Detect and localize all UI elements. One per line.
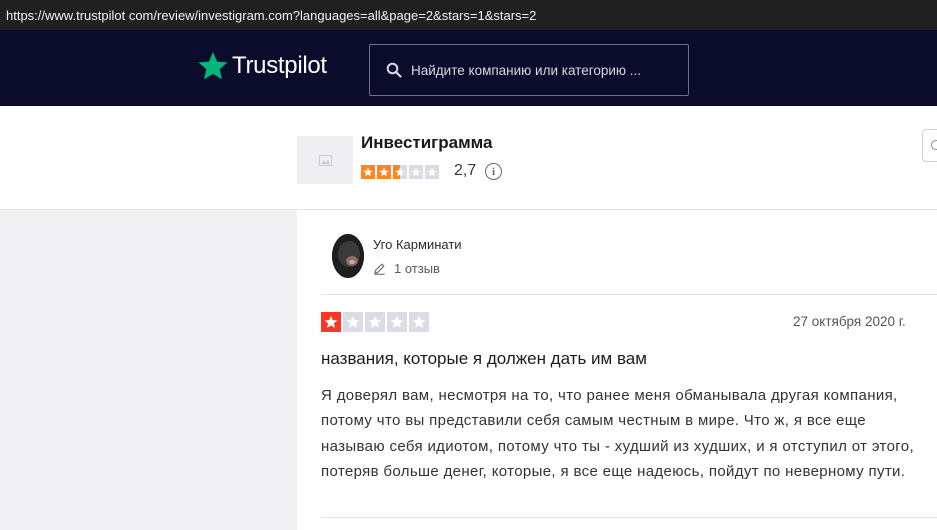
search-input[interactable]: Найдите компанию или категорию ...	[369, 44, 689, 96]
pencil-icon	[374, 263, 385, 275]
star-empty-icon	[387, 312, 407, 332]
review-title[interactable]: названия, которые я должен дать им вам	[321, 349, 647, 369]
info-icon[interactable]: i	[485, 163, 502, 180]
search-icon	[386, 62, 402, 78]
url-text: https://www.trustpilot com/review/invest…	[6, 8, 537, 23]
star-icon	[377, 165, 391, 179]
trust-score: 2,7	[454, 162, 477, 179]
star-half-icon	[393, 165, 407, 179]
avatar[interactable]	[332, 234, 364, 278]
star-empty-icon	[365, 312, 385, 332]
company-star-rating	[361, 165, 439, 179]
star-empty-icon	[425, 165, 439, 179]
star-icon	[321, 312, 341, 332]
review-star-rating	[321, 312, 429, 332]
review-card: Уго Карминати 1 отзыв 27 октября 2020 г.…	[297, 210, 937, 530]
divider	[321, 517, 937, 518]
globe-icon	[931, 140, 937, 150]
visit-website-button[interactable]	[922, 129, 937, 162]
search-placeholder: Найдите компанию или категорию ...	[411, 62, 642, 78]
star-icon	[361, 165, 375, 179]
reviewer-review-count: 1 отзыв	[373, 261, 440, 276]
site-header: Trustpilot Найдите компанию или категори…	[0, 30, 937, 106]
divider	[321, 294, 937, 295]
address-bar[interactable]: https://www.trustpilot com/review/invest…	[0, 0, 937, 30]
image-placeholder-icon	[318, 154, 332, 166]
star-empty-icon	[409, 312, 429, 332]
reviewer-name[interactable]: Уго Карминати	[373, 237, 462, 252]
avatar-image	[332, 234, 364, 278]
star-empty-icon	[343, 312, 363, 332]
company-summary: Инвестиграмма 2,7 i	[0, 106, 937, 210]
review-date: 27 октября 2020 г.	[793, 314, 906, 329]
company-name[interactable]: Инвестиграмма	[361, 133, 492, 153]
star-icon	[198, 52, 228, 80]
star-empty-icon	[409, 165, 423, 179]
logo-text: Trustpilot	[232, 52, 327, 79]
company-logo	[297, 136, 353, 184]
review-count-text: 1 отзыв	[394, 261, 440, 276]
review-body: Я доверял вам, несмотря на то, что ранее…	[321, 387, 914, 481]
trustpilot-logo[interactable]: Trustpilot	[197, 50, 327, 82]
